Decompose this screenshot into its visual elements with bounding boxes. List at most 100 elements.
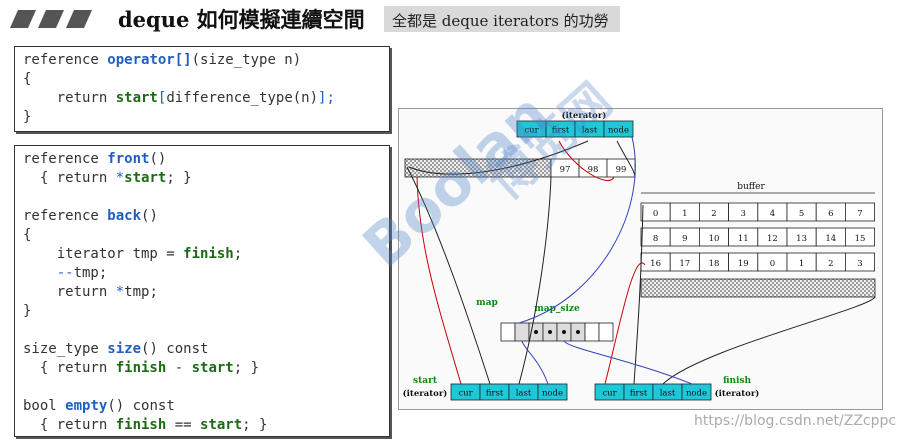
buffer-value: 9 — [682, 234, 687, 244]
code-token: difference_type(n) — [166, 90, 319, 106]
buffer-value: 16 — [650, 259, 661, 269]
code-line: bool empty() const — [23, 397, 175, 416]
code-token: == — [166, 417, 201, 433]
code-line: } — [23, 108, 31, 127]
code-token: bool — [23, 398, 66, 414]
buffer-value: 3 — [740, 209, 745, 219]
code-token: { return — [23, 360, 116, 376]
code-line: size_type size() const — [23, 340, 208, 359]
connector-line — [521, 340, 549, 385]
buffer-value: 17 — [679, 259, 690, 269]
start-label: start — [413, 376, 438, 386]
code-line: { — [23, 70, 31, 89]
code-block-accessors: reference front() { return *start; } refe… — [14, 145, 390, 437]
map-node-cell — [514, 322, 530, 342]
code-token: -- — [56, 265, 74, 281]
buffer-value: 15 — [855, 234, 866, 244]
map-label: map — [476, 298, 498, 308]
code-token: ; } — [233, 360, 260, 376]
buffer-value: 7 — [857, 209, 862, 219]
iterator-finish-field-label: first — [630, 389, 648, 399]
code-token: reference — [23, 52, 108, 68]
code-token: } — [23, 109, 32, 125]
code-token: return — [23, 284, 116, 300]
code-token: finish — [115, 417, 167, 433]
buffer-empty-hatched — [640, 278, 876, 298]
map-node-dot — [534, 330, 538, 334]
code-token: size — [107, 341, 142, 357]
code-token: size_type — [23, 341, 108, 357]
map-node-dot — [548, 330, 552, 334]
buffer-value: 13 — [796, 234, 807, 244]
code-token: operator[] — [107, 52, 192, 68]
start-sub-label: (iterator) — [403, 388, 448, 399]
buffer-value: 1 — [799, 259, 804, 269]
code-line: { — [23, 226, 31, 245]
code-block-operator-index: reference operator[](size_type n){ retur… — [14, 46, 390, 132]
code-token: start — [115, 90, 158, 106]
code-token: - — [166, 360, 192, 376]
page-subtitle: 全都是 deque iterators 的功勞 — [392, 12, 609, 30]
map-node-cell — [598, 322, 614, 342]
code-token: () — [149, 151, 167, 167]
buffer-value: 8 — [653, 234, 658, 244]
code-token: { — [23, 227, 32, 243]
map-node-cell — [584, 322, 600, 342]
buffer-value: 18 — [709, 259, 720, 269]
code-token: start — [124, 170, 167, 186]
code-token: ; } — [166, 170, 192, 186]
code-token: () const — [141, 341, 209, 357]
code-token: tmp; — [73, 265, 108, 281]
code-token: ; — [233, 246, 243, 262]
iterator-start-field-label: cur — [458, 389, 473, 399]
iterator-start-field-label: last — [516, 389, 532, 399]
title-bar: deque 如何模擬連續空間 全都是 deque iterators 的功勞 — [0, 0, 901, 40]
buffer-value: 10 — [709, 234, 720, 244]
iterator-finish-field-label: last — [660, 389, 676, 399]
map-node-cell — [500, 322, 516, 342]
code-line: reference front() — [23, 150, 166, 169]
buffer-value: 12 — [767, 234, 778, 244]
iterator-finish-field-label: node — [686, 389, 707, 399]
finish-sub-label: (iterator) — [715, 388, 760, 399]
buffer-value: 0 — [653, 209, 658, 219]
map-node-dot — [562, 330, 566, 334]
code-line: reference operator[](size_type n) — [23, 51, 301, 70]
iterator-start-field-label: first — [486, 389, 504, 399]
code-token: iterator tmp = — [23, 246, 184, 262]
buffer-value: 4 — [770, 209, 775, 219]
code-token: finish — [115, 360, 167, 376]
code-token: * — [115, 170, 125, 186]
connector-line — [662, 296, 876, 385]
buffer-value: 0 — [770, 259, 775, 269]
code-token: return — [23, 90, 116, 106]
iterator-finish-field-label: cur — [602, 389, 617, 399]
buffer-value: 6 — [828, 209, 833, 219]
code-line: reference back() — [23, 207, 158, 226]
iterator-start-field-label: node — [542, 389, 563, 399]
connector-line — [518, 176, 552, 385]
code-token: () — [141, 208, 158, 224]
buffer-label: buffer — [737, 182, 765, 192]
buffer-value: 2 — [711, 209, 716, 219]
buffer-value: 14 — [825, 234, 836, 244]
buffer-value: 1 — [682, 209, 687, 219]
top-buffer-value: 99 — [616, 165, 627, 175]
code-line: { return finish == start; } — [23, 416, 268, 435]
code-token: } — [23, 303, 32, 319]
buffer-value: 3 — [857, 259, 862, 269]
buffer-value: 2 — [828, 259, 833, 269]
code-token: { return — [23, 417, 116, 433]
code-line: { return finish - start; } — [23, 359, 259, 378]
code-line: return *tmp; — [23, 283, 158, 302]
map-node-dot — [576, 330, 580, 334]
code-line: return start[difference_type(n)]; — [23, 89, 335, 108]
slash-decoration-icon — [10, 10, 92, 28]
code-line: { return *start; } — [23, 169, 192, 188]
code-line: iterator tmp = finish; — [23, 245, 242, 264]
code-token: * — [115, 284, 125, 300]
code-token: start — [191, 360, 234, 376]
code-token: { return — [23, 170, 116, 186]
footer-credit: https://blog.csdn.net/ZZcppc — [694, 413, 897, 429]
